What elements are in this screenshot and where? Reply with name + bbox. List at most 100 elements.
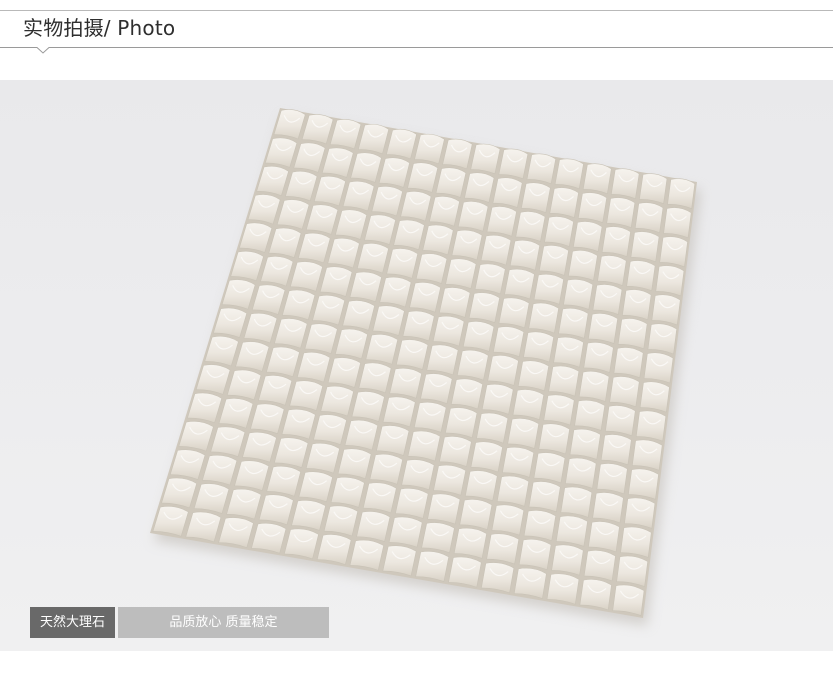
mosaic-tile [291, 499, 326, 531]
mosaic-tile [474, 263, 506, 295]
mosaic-tile [433, 464, 467, 496]
mosaic-tile [577, 192, 608, 224]
mosaic-tile [316, 534, 352, 565]
mosaic-tile [420, 373, 453, 405]
mosaic-tile [480, 562, 515, 594]
mosaic-tile [596, 463, 628, 495]
mosaic-tile [298, 471, 333, 503]
mosaic-tile [513, 567, 547, 599]
mosaic-tile [582, 163, 612, 195]
mosaic-tile [388, 516, 423, 548]
mosaic-tile [613, 347, 644, 379]
mosaic-tile [439, 436, 472, 467]
mosaic-tile [600, 434, 632, 466]
mosaic-tile [634, 202, 664, 234]
mosaic-tile [394, 487, 429, 519]
mosaic-tile [560, 486, 593, 518]
mosaic-tile [515, 211, 546, 242]
mosaic-tile [667, 178, 696, 210]
mosaic-tile [470, 143, 501, 175]
material-label: 天然大理石 [30, 607, 115, 638]
mosaic-tile [402, 310, 435, 342]
mosaic-tile [601, 226, 631, 258]
mosaic-tile [578, 370, 610, 402]
mosaic-tile [523, 331, 554, 363]
mosaic-tile [544, 216, 574, 247]
mosaic-tile [349, 539, 384, 571]
mosaic-tile [498, 297, 530, 329]
mosaic-tile [617, 318, 648, 350]
mosaic-tile [538, 245, 569, 276]
mosaic-tile-sheet-image [150, 108, 701, 626]
mosaic-tile [362, 482, 397, 514]
mosaic-tile [344, 419, 379, 451]
mosaic-tile [470, 441, 503, 473]
mosaic-tile [526, 153, 557, 185]
mosaic-tile [663, 207, 692, 239]
mosaic-tile [492, 177, 523, 208]
mosaic-tile [444, 407, 478, 439]
mosaic-tile [518, 538, 552, 571]
mosaic-tile [643, 352, 674, 384]
mosaic-tile [597, 255, 627, 287]
mosaic-tile [487, 355, 519, 386]
mosaic-tile [610, 168, 640, 200]
mosaic-tile [457, 201, 489, 232]
mosaic-tile [451, 229, 483, 261]
mosaic-tile [647, 323, 678, 355]
section-header: 实物拍摄/ Photo [0, 0, 833, 60]
mosaic-tile [456, 349, 489, 381]
mosaic-tile [655, 265, 685, 297]
mosaic-tile [639, 381, 670, 413]
mosaic-tile [409, 281, 441, 313]
mosaic-tile [369, 453, 403, 485]
mosaic-tile [635, 410, 667, 442]
mosaic-tile [622, 289, 652, 321]
quality-label: 品质放心 质量稳定 [118, 607, 329, 638]
mosaic-tile [464, 172, 495, 203]
mosaic-tile [421, 522, 455, 554]
mosaic-tile [533, 273, 564, 305]
mosaic-tile [563, 278, 594, 310]
mosaic-tile [492, 326, 525, 358]
mosaic-tile [491, 504, 525, 536]
mosaic-tile [517, 360, 550, 392]
mosaic-tile [551, 544, 584, 576]
mosaic-tile [445, 258, 477, 290]
mosaic-tile [415, 550, 450, 582]
mosaic-tile [569, 428, 601, 460]
header-bottom-divider-with-notch [0, 47, 833, 54]
mosaic-tile [422, 224, 454, 256]
mosaic-tile [337, 448, 372, 480]
mosaic-tile [358, 362, 392, 394]
mosaic-tile [382, 396, 416, 428]
mosaic-tile [659, 236, 688, 268]
mosaic-tile [464, 470, 498, 502]
mosaic-tile [283, 528, 319, 560]
mosaic-tile [504, 268, 535, 300]
mosaic-tile [453, 527, 487, 559]
mosaic-tile [592, 492, 624, 524]
mosaic-tile [538, 423, 570, 455]
mosaic-tile [626, 260, 656, 292]
mosaic-tile [549, 187, 579, 219]
mosaic-tile [480, 234, 512, 266]
mosaic-tile [356, 511, 391, 542]
mosaic-tile [592, 284, 623, 316]
mosaic-tile [605, 405, 636, 437]
mosaic-tile [481, 383, 514, 415]
mosaic-tile [620, 526, 652, 558]
mosaic-tile [555, 515, 588, 547]
mosaic-tile [376, 425, 410, 456]
mosaic-tile [389, 367, 422, 399]
mosaic-tile [630, 231, 660, 263]
mosaic-tile [639, 173, 668, 205]
mosaic-tile [574, 399, 606, 431]
mosaic-tile [476, 412, 509, 444]
mosaic-tile [616, 555, 649, 587]
mosaic-tile [509, 239, 541, 271]
mosaic-tile [588, 521, 620, 553]
mosaic-tile [486, 533, 520, 565]
mosaic-tile [572, 221, 603, 252]
mosaic-tile [365, 333, 399, 365]
